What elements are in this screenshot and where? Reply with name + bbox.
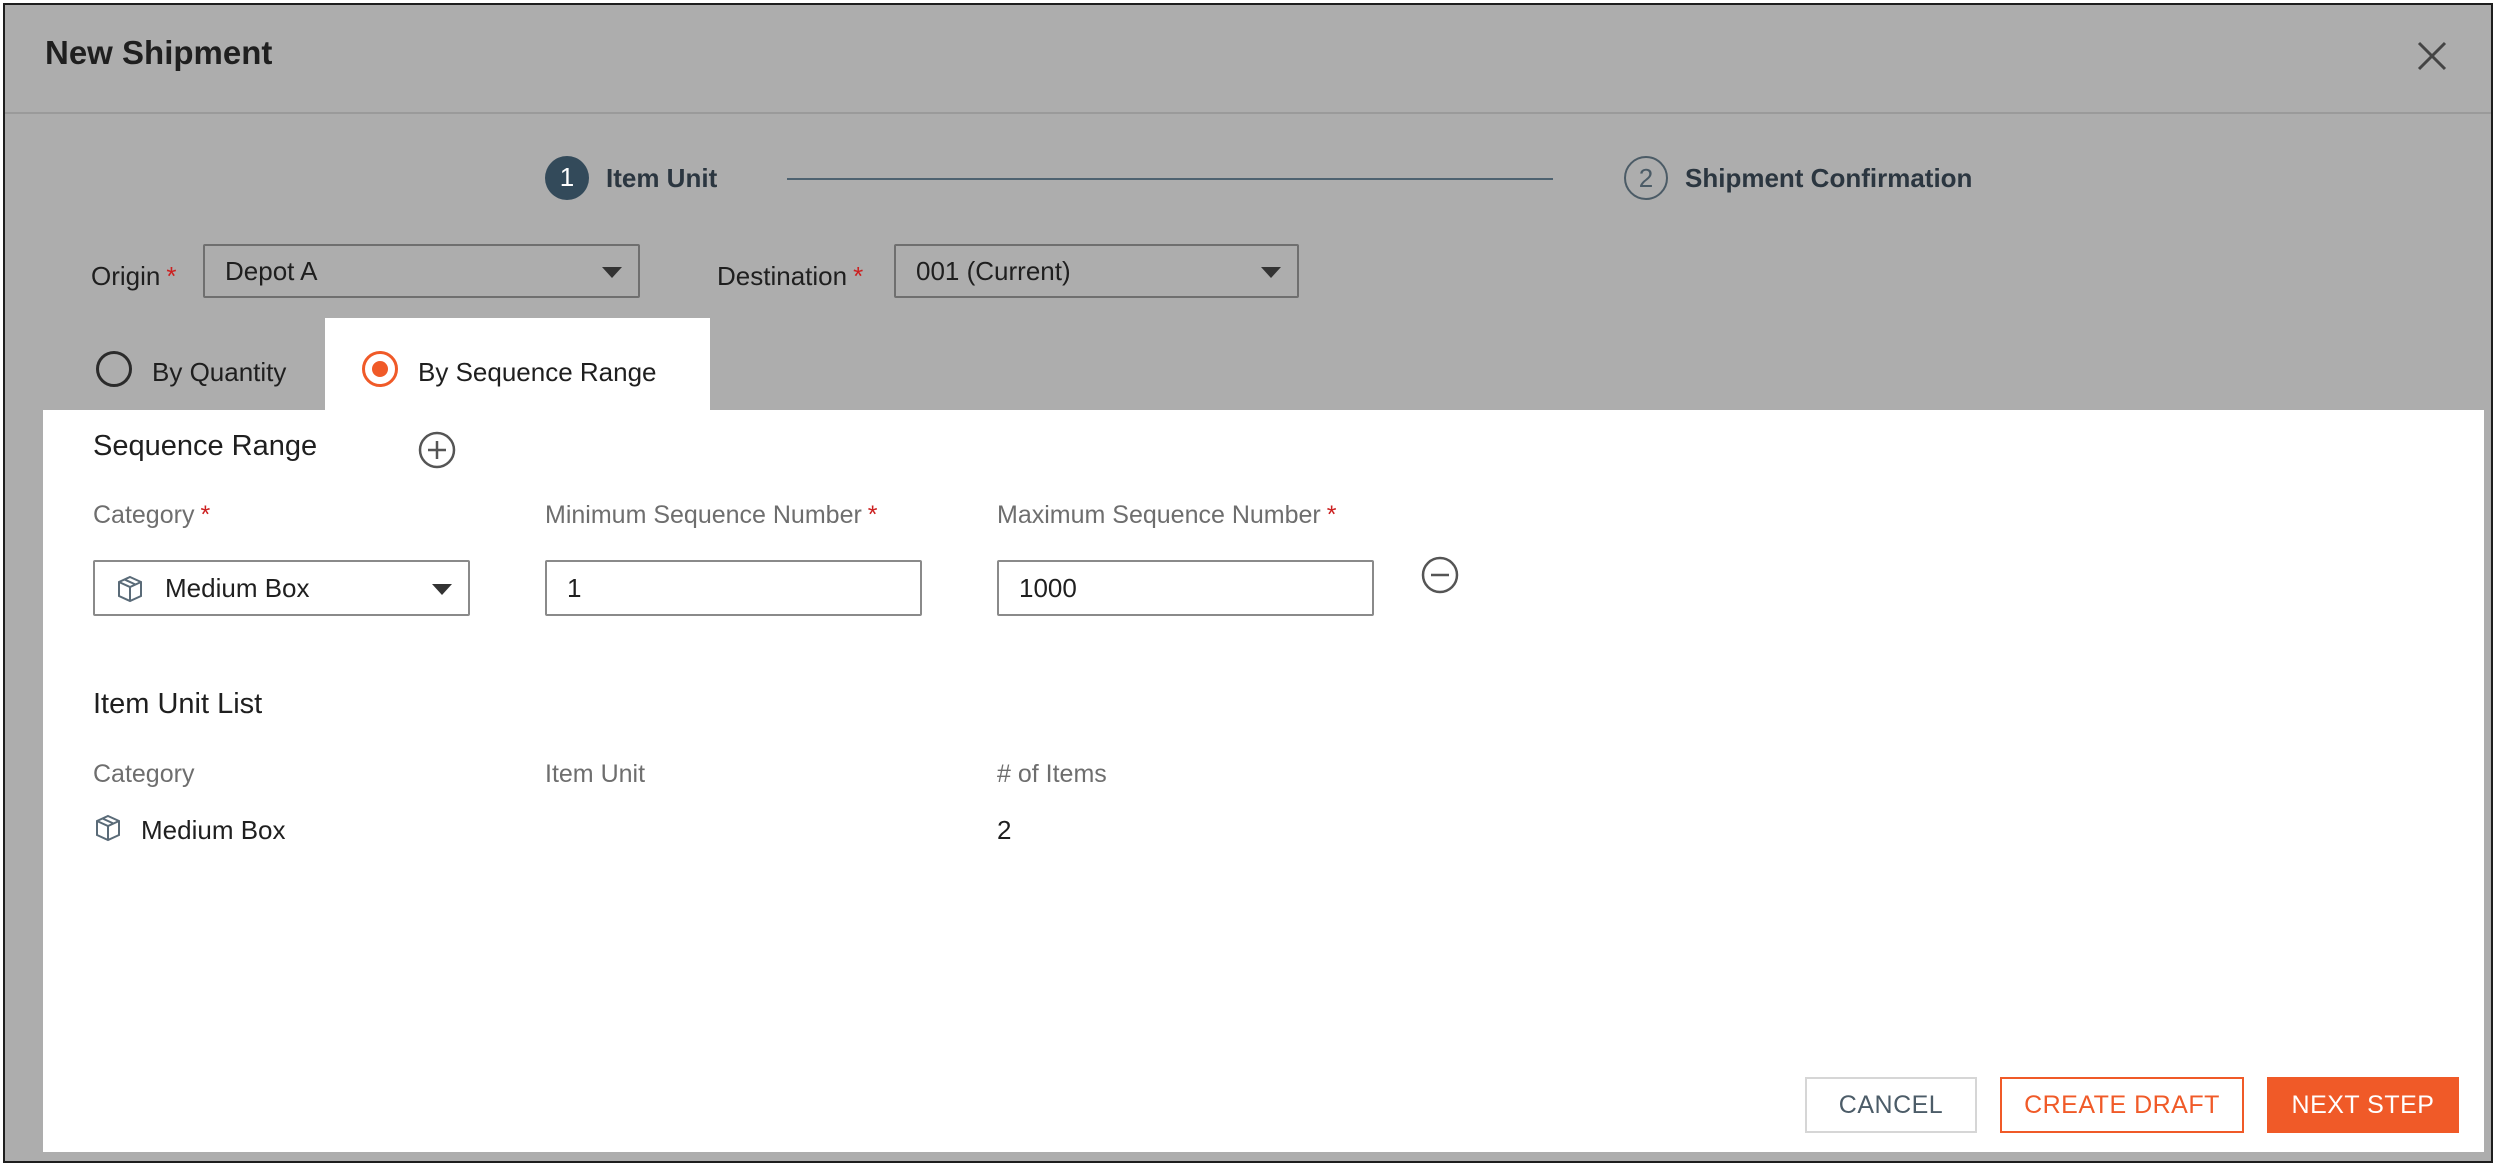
new-shipment-dialog: New Shipment 1 Item Unit 2 Shipment Conf… (3, 3, 2493, 1163)
dialog-header: New Shipment (5, 5, 2491, 114)
category-label: Category * (93, 501, 211, 529)
category-select[interactable]: Medium Box (93, 560, 470, 616)
item-unit-list-title: Item Unit List (93, 688, 263, 720)
close-icon[interactable] (2411, 35, 2453, 77)
max-sequence-label: Maximum Sequence Number * (997, 501, 1337, 529)
row-item-count: 2 (997, 815, 1012, 845)
radio-by-sequence-range[interactable] (362, 351, 398, 387)
step-2-indicator: 2 (1624, 156, 1668, 200)
cancel-button[interactable]: CANCEL (1805, 1077, 1977, 1133)
destination-label: Destination * (717, 261, 864, 291)
chevron-down-icon (1261, 267, 1281, 278)
plus-circle-icon[interactable] (417, 430, 457, 470)
category-value: Medium Box (165, 573, 310, 603)
stepper: 1 Item Unit 2 Shipment Confirmation (5, 115, 2491, 235)
origin-label: Origin * (91, 261, 177, 291)
min-sequence-label: Minimum Sequence Number * (545, 501, 878, 529)
step-2-label: Shipment Confirmation (1685, 163, 1973, 193)
tab-by-sequence-range-label: By Sequence Range (418, 357, 657, 387)
origin-value: Depot A (225, 256, 318, 286)
origin-required-mark: * (166, 261, 177, 291)
minus-circle-icon[interactable] (1420, 555, 1460, 595)
row-category: Medium Box (141, 815, 286, 845)
step-1-label: Item Unit (606, 163, 718, 193)
column-header-item-unit: Item Unit (545, 760, 646, 788)
destination-value: 001 (Current) (916, 256, 1071, 286)
column-header-item-count: # of Items (997, 760, 1107, 788)
radio-by-quantity[interactable] (96, 351, 132, 387)
destination-select[interactable]: 001 (Current) (894, 244, 1299, 298)
origin-select[interactable]: Depot A (203, 244, 640, 298)
max-sequence-value: 1000 (1019, 573, 1077, 603)
chevron-down-icon (602, 267, 622, 278)
chevron-down-icon (432, 584, 452, 595)
destination-required-mark: * (853, 261, 864, 291)
column-header-category: Category (93, 760, 195, 788)
box-icon (96, 814, 120, 842)
step-1-indicator: 1 (545, 156, 589, 200)
min-sequence-input[interactable]: 1 (545, 560, 922, 616)
next-step-button[interactable]: NEXT STEP (2267, 1077, 2459, 1133)
sequence-range-panel: Sequence Range Category * Minimum Sequenc… (43, 410, 2484, 1152)
max-sequence-input[interactable]: 1000 (997, 560, 1374, 616)
sequence-range-title: Sequence Range (93, 430, 318, 462)
tab-by-quantity-label: By Quantity (152, 357, 287, 387)
step-connector (787, 178, 1553, 180)
min-sequence-value: 1 (567, 573, 582, 603)
create-draft-button[interactable]: CREATE DRAFT (2000, 1077, 2244, 1133)
dialog-title: New Shipment (45, 34, 273, 71)
box-icon (118, 575, 142, 603)
